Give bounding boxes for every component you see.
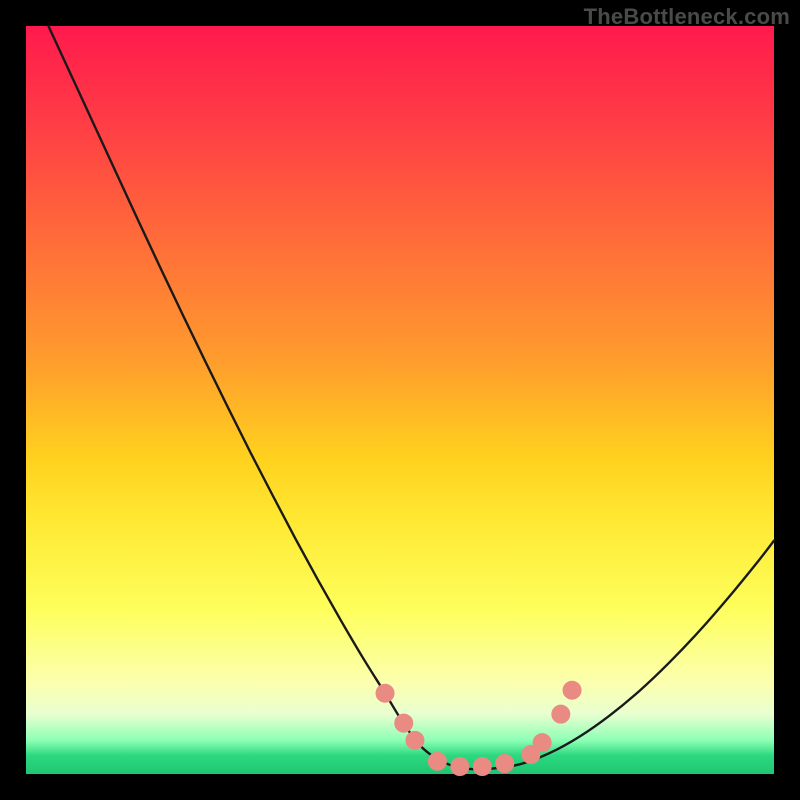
- chart-frame: TheBottleneck.com: [0, 0, 800, 800]
- plot-area: [26, 26, 774, 774]
- chart-svg: [26, 26, 774, 774]
- curve-marker: [473, 758, 491, 776]
- curve-marker: [533, 734, 551, 752]
- curve-marker: [428, 752, 446, 770]
- curve-marker: [552, 705, 570, 723]
- curve-marker: [496, 755, 514, 773]
- bottleneck-curve: [48, 26, 774, 769]
- curve-marker: [451, 758, 469, 776]
- curve-marker: [395, 714, 413, 732]
- curve-marker: [563, 681, 581, 699]
- curve-marker: [376, 684, 394, 702]
- curve-marker: [406, 731, 424, 749]
- watermark-text: TheBottleneck.com: [584, 4, 790, 30]
- curve-markers: [376, 681, 581, 775]
